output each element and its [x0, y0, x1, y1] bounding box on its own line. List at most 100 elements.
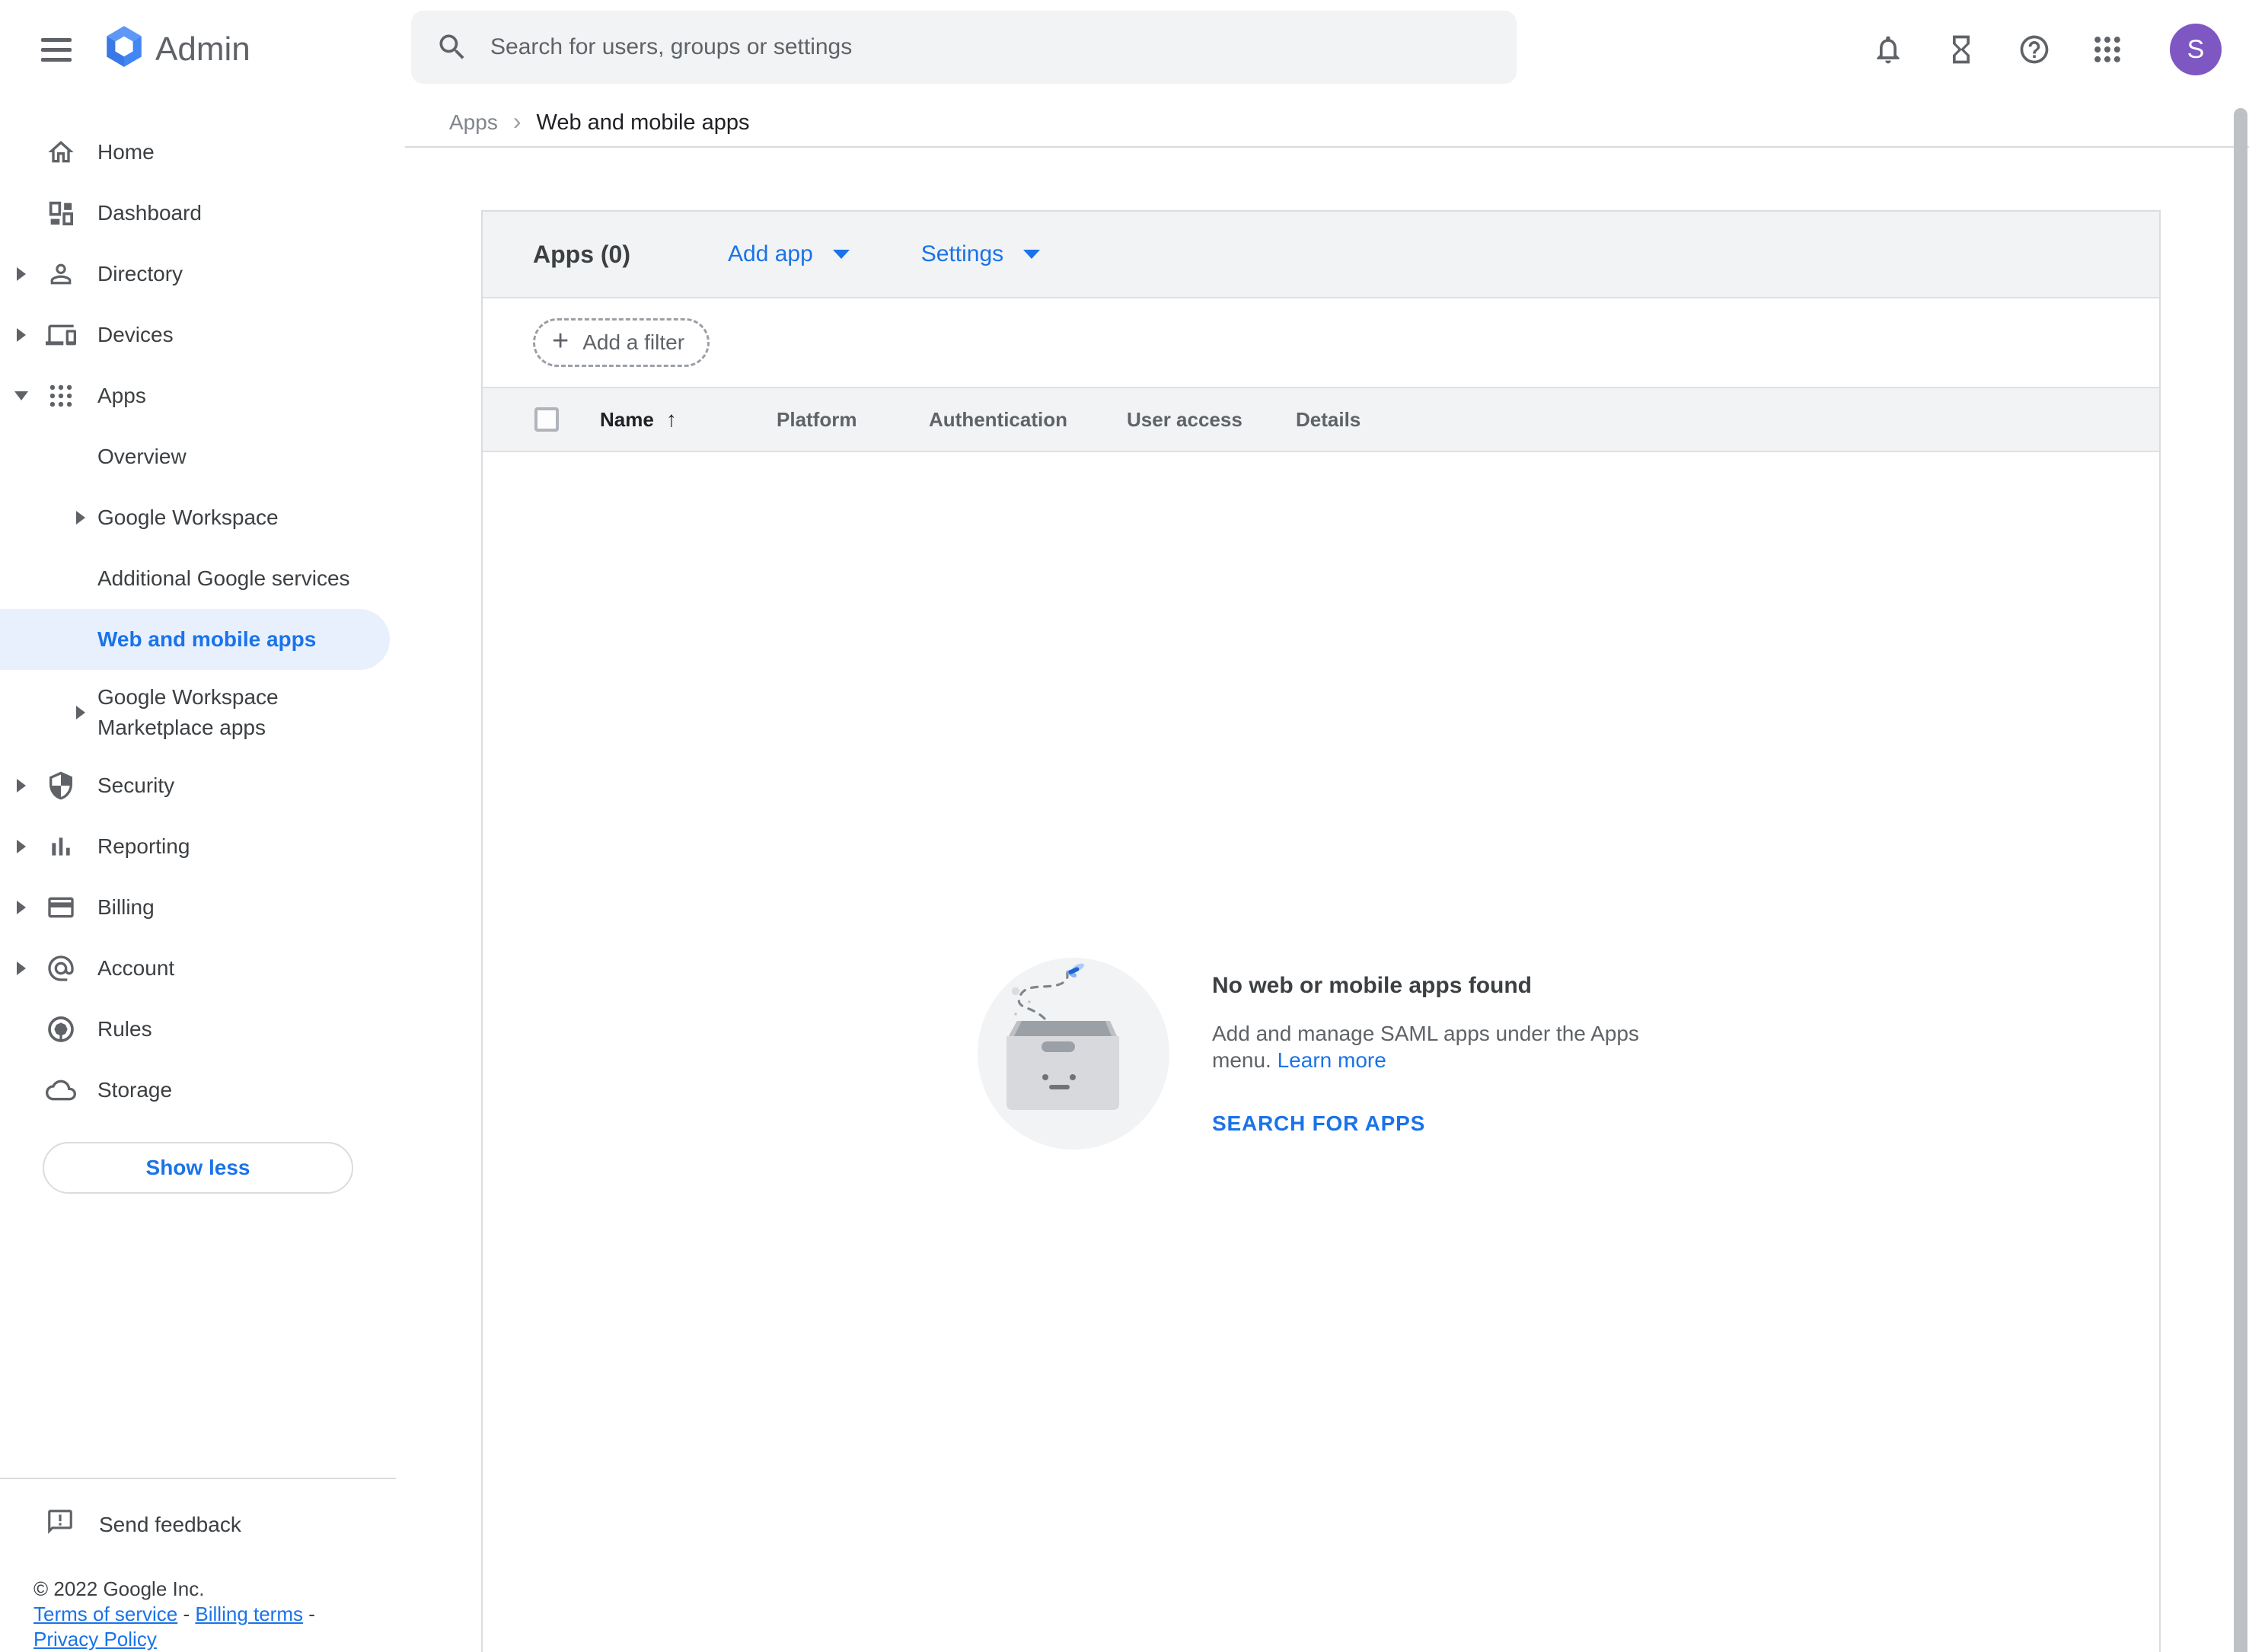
column-header-platform[interactable]: Platform: [777, 408, 929, 432]
search-for-apps-link[interactable]: SEARCH FOR APPS: [1212, 1111, 1684, 1136]
breadcrumb-chevron-icon: ›: [513, 107, 522, 136]
sidebar-item-label: Dashboard: [97, 201, 202, 225]
devices-icon: [46, 320, 76, 350]
dropdown-arrow-icon: [833, 250, 850, 259]
menu-icon[interactable]: [23, 16, 90, 83]
sidebar-item-web-and-mobile-apps[interactable]: Web and mobile apps: [0, 609, 390, 670]
expand-arrow-icon[interactable]: [11, 328, 32, 342]
sidebar-item-label: Apps: [97, 384, 146, 408]
sidebar-item-label: Directory: [97, 262, 183, 286]
collapse-arrow-icon[interactable]: [11, 391, 32, 400]
expand-arrow-icon[interactable]: [11, 901, 32, 914]
sidebar-item-billing[interactable]: Billing: [0, 877, 396, 938]
column-header-name[interactable]: Name ↑: [600, 407, 777, 432]
settings-dropdown[interactable]: Settings: [921, 241, 1040, 267]
show-less-button[interactable]: Show less: [43, 1142, 353, 1194]
expand-arrow-icon[interactable]: [70, 706, 91, 719]
sidebar-item-google-workspace[interactable]: Google Workspace: [0, 487, 396, 548]
learn-more-link[interactable]: Learn more: [1278, 1048, 1386, 1072]
top-bar-actions: S: [1871, 0, 2222, 99]
person-icon: [46, 259, 76, 289]
column-header-user-access[interactable]: User access: [1127, 408, 1296, 432]
sidebar-item-directory[interactable]: Directory: [0, 244, 396, 305]
sidebar-item-label: Web and mobile apps: [97, 627, 316, 652]
sidebar-item-additional-google-services[interactable]: Additional Google services: [0, 548, 396, 609]
google-admin-console: Admin S: [0, 0, 2249, 1652]
expand-arrow-icon[interactable]: [11, 840, 32, 853]
sidebar-item-label: Billing: [97, 895, 155, 920]
empty-state-text: No web or mobile apps found Add and mana…: [1212, 956, 1684, 1151]
empty-state-description: Add and manage SAML apps under the Apps …: [1212, 1020, 1663, 1073]
dashboard-icon: [46, 198, 76, 228]
search-bar[interactable]: [411, 11, 1517, 84]
at-sign-icon: [46, 953, 76, 984]
top-bar: Admin S: [0, 0, 2249, 99]
sidebar-item-rules[interactable]: Rules: [0, 999, 396, 1060]
sidebar-item-label: Security: [97, 773, 174, 798]
sidebar-item-overview[interactable]: Overview: [0, 426, 396, 487]
sidebar-item-dashboard[interactable]: Dashboard: [0, 183, 396, 244]
sidebar-item-label: Google Workspace: [97, 505, 279, 530]
column-header-details[interactable]: Details: [1296, 408, 1361, 432]
sidebar-item-label: Rules: [97, 1017, 152, 1041]
sidebar-item-label: Reporting: [97, 834, 190, 859]
empty-state: No web or mobile apps found Add and mana…: [976, 956, 1684, 1151]
terms-of-service-link[interactable]: Terms of service: [33, 1603, 177, 1625]
google-apps-grid-icon[interactable]: [2091, 33, 2124, 66]
sidebar-item-label: Account: [97, 956, 174, 981]
breadcrumb-apps-link[interactable]: Apps: [449, 110, 498, 135]
search-input[interactable]: [490, 34, 1492, 60]
sidebar-item-label: Storage: [97, 1078, 172, 1102]
sidebar-item-reporting[interactable]: Reporting: [0, 816, 396, 877]
shield-icon: [46, 770, 76, 801]
sidebar-item-home[interactable]: Home: [0, 122, 396, 183]
sidebar-item-label: Overview: [97, 445, 187, 469]
empty-box-illustration: [976, 956, 1171, 1151]
empty-state-title: No web or mobile apps found: [1212, 973, 1684, 999]
sidebar-item-security[interactable]: Security: [0, 755, 396, 816]
sidebar-item-storage[interactable]: Storage: [0, 1060, 396, 1121]
breadcrumb-current-page: Web and mobile apps: [536, 110, 749, 136]
add-app-dropdown[interactable]: Add app: [728, 241, 850, 267]
copyright-text: © 2022 Google Inc.: [33, 1577, 368, 1602]
sidebar-item-label: Google Workspace Marketplace apps: [97, 682, 329, 743]
home-icon: [46, 137, 76, 167]
add-filter-button[interactable]: + Add a filter: [533, 318, 710, 367]
notifications-bell-icon[interactable]: [1871, 33, 1905, 66]
google-admin-logo[interactable]: Admin: [104, 24, 250, 75]
help-icon[interactable]: [2018, 33, 2051, 66]
search-icon: [435, 30, 469, 64]
column-header-authentication[interactable]: Authentication: [929, 408, 1127, 432]
sidebar-item-devices[interactable]: Devices: [0, 305, 396, 365]
sidebar-nav: Home Dashboard Directory: [0, 99, 396, 1652]
product-name: Admin: [155, 30, 250, 69]
select-all-checkbox[interactable]: [534, 407, 559, 432]
expand-arrow-icon[interactable]: [11, 267, 32, 281]
dropdown-arrow-icon: [1023, 250, 1040, 259]
privacy-policy-link[interactable]: Privacy Policy: [33, 1628, 157, 1650]
apps-grid-icon: [46, 381, 76, 411]
pending-tasks-hourglass-icon[interactable]: [1944, 33, 1978, 66]
card-header: Apps (0) Add app Settings: [483, 212, 2159, 298]
expand-arrow-icon[interactable]: [70, 511, 91, 525]
wheel-icon: [46, 1014, 76, 1044]
send-feedback-button[interactable]: Send feedback: [0, 1494, 396, 1555]
sidebar-item-account[interactable]: Account: [0, 938, 396, 999]
filter-bar: + Add a filter: [483, 298, 2159, 387]
sidebar-item-apps[interactable]: Apps: [0, 365, 396, 426]
expand-arrow-icon[interactable]: [11, 779, 32, 793]
page-title: Apps (0): [533, 241, 630, 269]
plus-icon: +: [552, 325, 569, 358]
table-header-row: Name ↑ Platform Authentication User acce…: [483, 387, 2159, 452]
sidebar-footer: Send feedback © 2022 Google Inc. Terms o…: [0, 1478, 396, 1652]
vertical-scrollbar[interactable]: [2234, 108, 2247, 1652]
account-avatar[interactable]: S: [2170, 24, 2222, 75]
expand-arrow-icon[interactable]: [11, 962, 32, 975]
credit-card-icon: [46, 892, 76, 923]
sort-ascending-icon: ↑: [666, 407, 677, 432]
sidebar-item-google-workspace-marketplace-apps[interactable]: Google Workspace Marketplace apps: [0, 670, 396, 755]
sidebar-item-label: Home: [97, 140, 155, 164]
apps-content-card: Apps (0) Add app Settings + Add a filter…: [481, 210, 2161, 1652]
sidebar-item-label: Devices: [97, 323, 174, 347]
billing-terms-link[interactable]: Billing terms: [195, 1603, 303, 1625]
